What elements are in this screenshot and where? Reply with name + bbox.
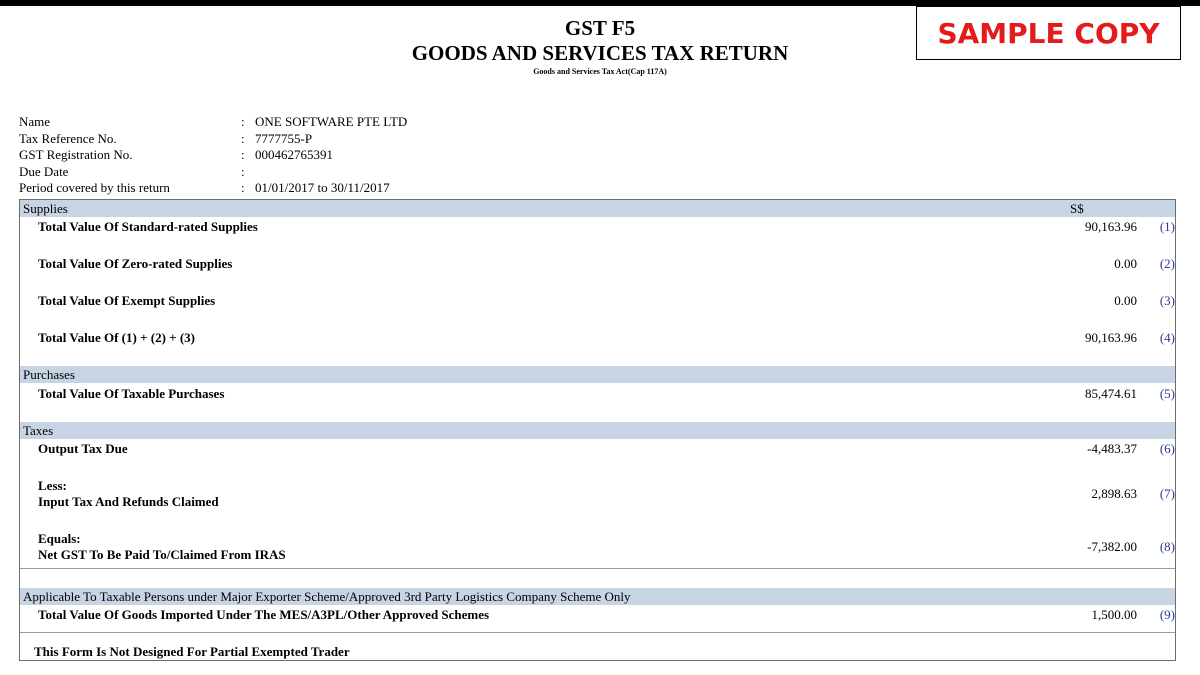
line-value: 1,500.00 [1091,607,1138,622]
section-title: Supplies [23,201,68,216]
section-purchases: Purchases [20,366,1175,383]
line-value: 90,163.96 [1085,219,1137,234]
line-label: Total Value Of Exempt Supplies [38,293,216,308]
line-value: 85,474.61 [1085,386,1137,401]
info-colon: : [241,147,245,163]
line-label: Net GST To Be Paid To/Claimed From IRAS [38,547,286,562]
section-title: Taxes [23,423,54,438]
section-title: Purchases [23,367,75,382]
line-value: 0.00 [1114,293,1137,308]
section-taxes: Taxes [20,422,1175,439]
line-value: 0.00 [1114,256,1137,271]
info-label: GST Registration No. [19,147,133,163]
info-colon: : [241,180,245,196]
section-title: Applicable To Taxable Persons under Majo… [23,589,631,604]
info-row-gst-reg: GST Registration No. : 000462765391 [19,147,407,164]
line-prefix: Less: [38,478,67,493]
line-label: Total Value Of Zero-rated Supplies [38,256,233,271]
taxpayer-info: Name : ONE SOFTWARE PTE LTD Tax Referenc… [19,114,407,197]
line-label: Total Value Of (1) + (2) + (3) [38,330,195,345]
form-act: Goods and Services Tax Act(Cap 117A) [533,67,667,76]
line-ref: (5) [1159,386,1175,401]
line-label: Input Tax And Refunds Claimed [38,494,219,509]
section-supplies: Supplies [20,200,1175,217]
line-ref: (2) [1159,256,1175,271]
line-ref: (6) [1159,441,1175,456]
info-colon: : [241,130,245,146]
line-label: Total Value Of Goods Imported Under The … [38,607,490,622]
line-label: Output Tax Due [38,441,128,456]
line-value: 2,898.63 [1091,486,1138,501]
line-ref: (3) [1159,293,1175,308]
info-label: Name [19,114,51,129]
divider [20,632,1175,633]
line-value: 90,163.96 [1085,330,1137,345]
line-value: -7,382.00 [1087,539,1137,554]
info-colon: : [241,163,245,179]
info-colon: : [241,114,245,129]
info-value: 7777755-P [255,130,313,146]
line-ref: (9) [1159,607,1175,622]
line-prefix: Equals: [38,531,81,546]
line-label: Total Value Of Taxable Purchases [38,386,225,401]
info-label: Due Date [19,163,69,179]
line-ref: (8) [1159,539,1175,554]
info-row-due-date: Due Date : [19,164,407,181]
info-value: 000462765391 [255,147,333,163]
info-value: 01/01/2017 to 30/11/2017 [255,180,390,196]
line-ref: (7) [1159,486,1175,501]
section-mes: Applicable To Taxable Persons under Majo… [20,588,1175,605]
footer-note: This Form Is Not Designed For Partial Ex… [34,644,350,659]
currency-label: S$ [1070,201,1084,216]
info-row-name: Name : ONE SOFTWARE PTE LTD [19,114,407,131]
line-value: -4,483.37 [1087,441,1137,456]
return-form: Supplies S$ Total Value Of Standard-rate… [19,199,1176,661]
line-ref: (4) [1159,330,1175,345]
info-value: ONE SOFTWARE PTE LTD [255,114,408,129]
info-label: Tax Reference No. [19,130,117,146]
info-row-tax-ref: Tax Reference No. : 7777755-P [19,131,407,148]
line-label: Total Value Of Standard-rated Supplies [38,219,258,234]
info-row-period: Period covered by this return : 01/01/20… [19,180,407,197]
info-label: Period covered by this return [19,180,170,196]
sample-copy-stamp: SAMPLE COPY [916,6,1181,60]
divider [20,568,1175,569]
line-ref: (1) [1159,219,1175,234]
